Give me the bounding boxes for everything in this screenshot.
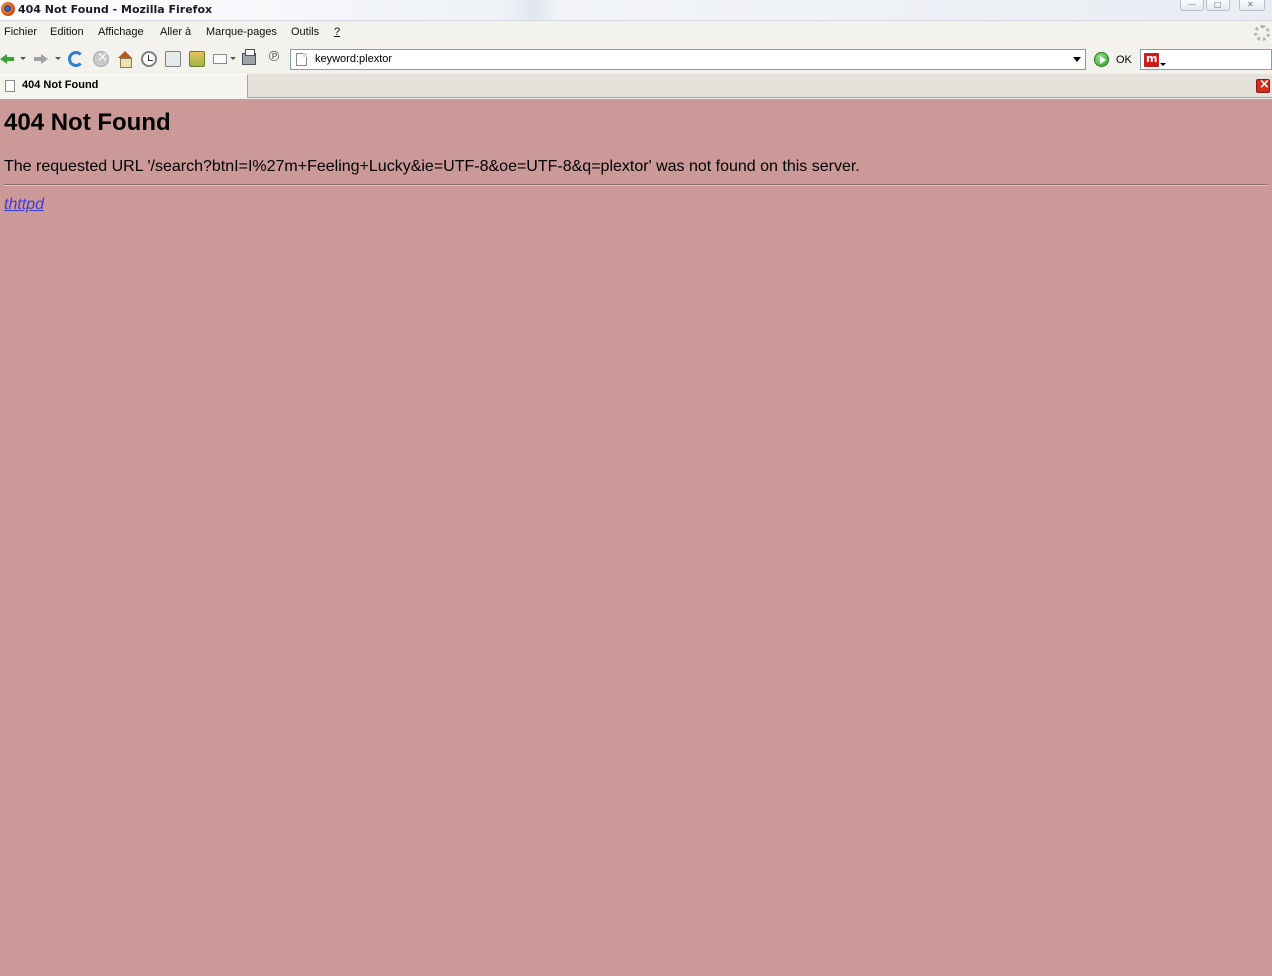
maximize-icon: □ [1214,0,1222,9]
url-bar[interactable] [290,49,1086,70]
menu-outils[interactable]: Outils [291,26,319,38]
forward-dropdown-icon[interactable] [55,57,61,60]
page-icon [296,53,307,66]
search-engine-glyph: m [1146,52,1158,65]
forward-icon[interactable] [34,51,50,67]
server-link[interactable]: thttpd [4,196,44,214]
page-content: 404 Not Found The requested URL '/search… [0,99,1272,976]
bookmarks-icon[interactable] [165,51,181,67]
stop-icon[interactable] [93,50,109,67]
tab-404-not-found[interactable]: 404 Not Found [0,74,248,98]
menu-fichier[interactable]: Fichier [4,26,37,38]
firefox-icon [1,2,15,16]
reload-icon[interactable] [68,51,84,67]
mail-icon[interactable] [213,54,227,64]
maximize-button[interactable]: □ [1206,0,1230,11]
tab-strip: 404 Not Found × [0,74,1272,98]
search-bar[interactable]: m [1140,49,1272,70]
search-engine-icon[interactable]: m [1144,52,1159,67]
go-label: OK [1116,54,1132,66]
close-tab-button[interactable]: × [1256,77,1270,93]
page-heading: 404 Not Found [4,109,171,136]
url-dropdown-icon[interactable] [1073,57,1081,62]
menu-help[interactable]: ? [334,26,340,38]
tab-page-icon [5,80,15,92]
menu-aller-a[interactable]: Aller à [160,26,191,38]
sign-icon[interactable] [266,49,282,67]
close-tab-icon: × [1259,77,1270,92]
print-icon[interactable] [242,49,256,65]
back-dropdown-icon[interactable] [20,57,26,60]
error-message: The requested URL '/search?btnI=I%27m+Fe… [4,158,860,175]
tab-label: 404 Not Found [22,79,99,91]
go-icon [1094,52,1109,67]
mail-dropdown-icon[interactable] [230,57,236,60]
menu-bar: Fichier Edition Affichage Aller à Marque… [0,22,1272,44]
throbber-icon [1254,25,1270,41]
download-icon[interactable] [189,51,205,67]
home-icon[interactable] [117,51,133,68]
close-icon: ✕ [1247,0,1254,9]
window-title: 404 Not Found - Mozilla Firefox [18,3,213,16]
search-engine-dropdown-icon[interactable] [1160,63,1166,66]
menu-marque-pages[interactable]: Marque-pages [206,26,277,38]
url-input[interactable] [315,53,1055,65]
minimize-button[interactable]: — [1180,0,1204,11]
divider [4,184,1267,186]
history-icon[interactable] [141,51,157,67]
menu-affichage[interactable]: Affichage [98,26,144,38]
close-window-button[interactable]: ✕ [1239,0,1265,11]
menu-edition[interactable]: Edition [50,26,84,38]
minimize-icon: — [1188,0,1196,9]
go-button[interactable]: OK [1092,50,1136,69]
back-icon[interactable] [0,51,16,67]
title-bar: 404 Not Found - Mozilla Firefox — □ ✕ [0,0,1272,21]
